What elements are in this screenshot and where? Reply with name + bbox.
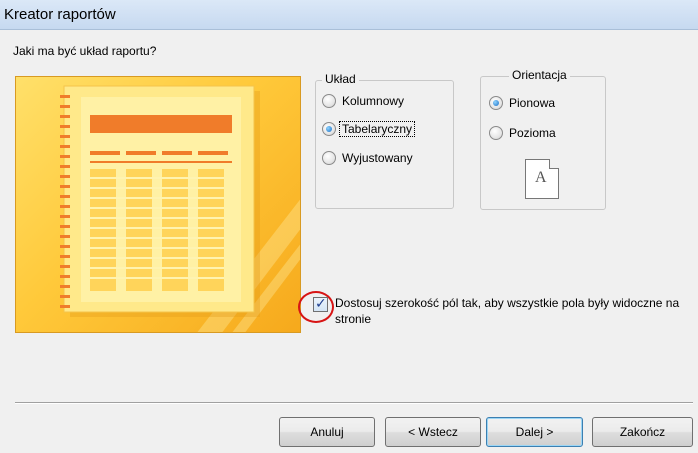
window-title: Kreator raportów (4, 6, 116, 23)
radio-landscape-dot[interactable] (489, 126, 503, 140)
tabular-report-illustration (60, 85, 300, 332)
fit-fields-label: Dostosuj szerokość pól tak, aby wszystki… (335, 296, 680, 326)
finish-button[interactable]: Zakończ (592, 417, 693, 447)
radio-portrait[interactable]: Pionowa (489, 96, 557, 110)
next-button[interactable]: Dalej > (486, 417, 583, 447)
page-glyph: A (535, 169, 547, 186)
back-button[interactable]: < Wstecz (385, 417, 481, 447)
radio-landscape-label: Pozioma (509, 126, 556, 140)
radio-columnar[interactable]: Kolumnowy (322, 94, 406, 108)
radio-justified-dot[interactable] (322, 151, 336, 165)
radio-tabular[interactable]: Tabelaryczny (322, 121, 416, 137)
radio-landscape[interactable]: Pozioma (489, 126, 558, 140)
radio-columnar-dot[interactable] (322, 94, 336, 108)
title-bar: Kreator raportów (0, 0, 698, 30)
radio-justified-label: Wyjustowany (342, 151, 413, 165)
radio-columnar-label: Kolumnowy (342, 94, 405, 108)
radio-tabular-dot[interactable] (322, 122, 336, 136)
cancel-button[interactable]: Anuluj (279, 417, 375, 447)
layout-question: Jaki ma być układ raportu? (13, 44, 157, 58)
fit-fields-checkbox[interactable]: ✓ (313, 295, 328, 312)
radio-portrait-dot[interactable] (489, 96, 503, 110)
button-divider (15, 402, 693, 404)
radio-tabular-label: Tabelaryczny (338, 121, 416, 137)
radio-portrait-label: Pionowa (509, 96, 556, 110)
radio-justified[interactable]: Wyjustowany (322, 151, 415, 165)
orientation-legend: Orientacja (509, 68, 570, 82)
portrait-page-icon: A (525, 159, 559, 199)
checkmark-icon: ✓ (315, 295, 327, 311)
layout-legend: Układ (322, 72, 359, 86)
report-layout-preview (15, 76, 301, 333)
